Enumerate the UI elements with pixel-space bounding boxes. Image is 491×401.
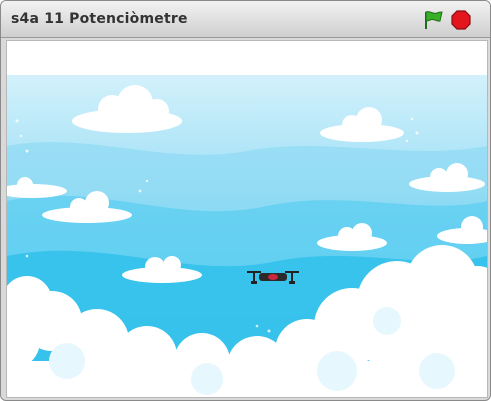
green-flag-button[interactable] bbox=[422, 9, 444, 31]
project-title: s4a 11 Potenciòmetre bbox=[11, 11, 188, 27]
title-bar: s4a 11 Potenciòmetre bbox=[1, 1, 490, 38]
stage-window: s4a 11 Potenciòmetre bbox=[0, 0, 491, 401]
sky-backdrop bbox=[7, 41, 487, 397]
stage-canvas[interactable] bbox=[6, 40, 488, 398]
stop-sign-icon bbox=[451, 10, 471, 30]
green-flag-icon bbox=[425, 11, 443, 29]
drone-sprite[interactable] bbox=[243, 265, 303, 287]
stop-button[interactable] bbox=[450, 9, 472, 31]
